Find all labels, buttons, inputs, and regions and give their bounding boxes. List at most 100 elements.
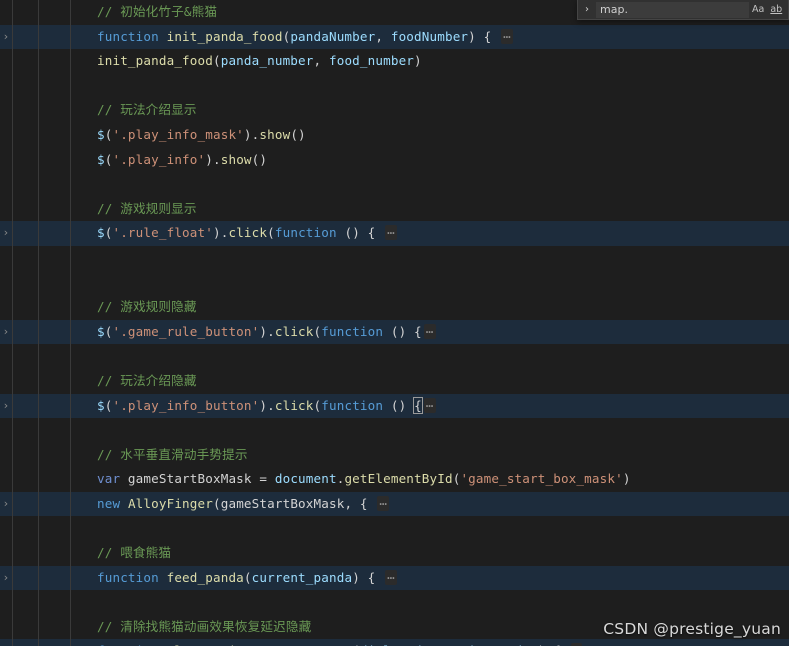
find-input[interactable] [596,1,749,18]
code-line[interactable]: // 水平垂直滑动手势提示 [0,443,789,468]
code-line[interactable]: › $('.rule_float').click(function () { ⋯ [0,221,789,246]
code-token: new [97,495,121,511]
code-token: // 初始化竹子&熊猫 [97,4,218,19]
code-token: ) { [352,569,384,585]
code-line[interactable]: › function feed_panda(current_panda) { ⋯ [0,565,789,591]
whole-word-icon[interactable]: ab [769,3,783,16]
code-line[interactable]: var gameStartBoxMask = document.getEleme… [0,467,789,492]
code-token: $ [97,397,105,413]
code-line[interactable] [0,418,789,443]
code-token: document [274,471,337,487]
code-token: food_number [328,53,415,69]
code-token: ⋯ [501,28,513,44]
code-token: ) [622,471,631,487]
code-line[interactable]: $('.play_info_mask').show() [0,123,789,148]
fold-chevron-icon[interactable]: › [0,25,12,50]
code-line-text: // 水平垂直滑动手势提示 [97,443,248,468]
fold-chevron-icon[interactable]: › [0,566,12,591]
code-lines-container[interactable]: // 初始化竹子&熊猫 › function init_panda_food(pan… [0,0,789,646]
code-token: , [375,28,391,44]
code-line[interactable]: // 喂食熊猫 [0,541,789,566]
code-editor[interactable]: // 初始化竹子&熊猫 › function init_panda_food(pan… [0,0,789,646]
fold-chevron-icon[interactable]: › [0,320,12,345]
code-token: gameStartBoxMask [220,495,345,511]
code-token: show [259,126,291,142]
code-token: { [413,396,423,414]
code-token: pandaNumber [290,28,376,44]
fold-chevron-icon[interactable]: › [0,221,12,246]
code-line[interactable] [0,516,789,541]
code-line[interactable]: › function clear_animate_zoom_state(dialo… [0,639,789,646]
code-line[interactable]: › new AlloyFinger(gameStartBoxMask, { ⋯ [0,491,789,517]
find-expand-icon[interactable]: › [578,0,596,19]
code-token: ( [212,53,221,69]
code-token: $ [97,225,105,241]
code-line[interactable]: // 游戏规则隐藏 [0,295,789,320]
code-line[interactable] [0,74,789,99]
code-line-text: $('.play_info').show() [97,148,267,173]
fold-chevron-icon[interactable]: › [0,639,12,646]
code-line-text: function clear_animate_zoom_state(dialog… [97,639,583,646]
code-line[interactable] [0,344,789,369]
code-line[interactable] [0,590,789,615]
code-token: () { [383,323,422,339]
code-token: show [220,151,252,167]
code-line[interactable]: › $('.game_rule_button').click(function (… [0,319,789,345]
code-line[interactable] [0,246,789,271]
code-token: ⋯ [377,495,390,511]
code-line[interactable]: › function init_panda_food(pandaNumber, f… [0,24,789,50]
code-token: // 游戏规则显示 [97,200,197,216]
code-line-text: // 游戏规则显示 [97,197,197,222]
code-token: () { [336,225,384,241]
code-token: , { [344,495,376,511]
code-line-text: // 清除找熊猫动画效果恢复延迟隐藏 [97,615,311,640]
code-token: () [383,397,415,413]
code-token: ( [267,225,275,241]
code-line-text: var gameStartBoxMask = document.getEleme… [97,467,631,492]
code-line[interactable]: › $('.play_info_button').click(function (… [0,393,789,419]
code-token: '.game_rule_button' [112,323,260,339]
code-token: '.play_info_mask' [112,126,244,142]
code-line[interactable]: // 游戏规则显示 [0,197,789,222]
code-token: ⋯ [385,225,397,241]
code-token: function [97,28,159,44]
code-token: '.play_info' [112,151,206,167]
code-token: ). [243,126,260,142]
code-line-text: $('.game_rule_button').click(function ()… [97,320,436,345]
code-token: function [321,323,384,339]
code-token: var [97,471,121,487]
code-token: '.play_info_button' [112,397,260,413]
code-token: () [290,126,306,142]
code-token: panda_number [220,53,314,69]
code-token: getElementById [344,471,453,487]
code-line-text: $('.play_info_button').click(function ()… [97,394,436,419]
code-token: ( [213,495,221,511]
code-line[interactable]: // 玩法介绍隐藏 [0,369,789,394]
code-token: ) { [468,28,500,44]
code-token: ⋯ [423,323,436,339]
code-token: foodNumber [390,28,469,44]
code-token: '.rule_float' [112,225,213,241]
code-line[interactable] [0,271,789,296]
code-token: // 喂食熊猫 [97,545,172,561]
match-case-icon[interactable]: Aa [751,3,765,16]
code-line-text: function init_panda_food(pandaNumber, fo… [97,25,513,50]
code-line[interactable] [0,172,789,197]
code-line[interactable]: init_panda_food(panda_number, food_numbe… [0,49,789,74]
code-line-text: init_panda_food(panda_number, food_numbe… [97,49,422,74]
fold-chevron-icon[interactable]: › [0,394,12,419]
code-line-text: // 喂食熊猫 [97,541,171,566]
code-token: // 玩法介绍隐藏 [97,372,197,388]
code-token: init_panda_food [166,28,283,44]
code-token: click [228,225,268,241]
code-line-text: function feed_panda(current_panda) { ⋯ [97,566,397,591]
find-widget[interactable]: › Aa ab .* [577,0,789,20]
code-token: // 玩法介绍显示 [97,102,197,118]
code-line[interactable]: $('.play_info').show() [0,148,789,173]
code-line-text: $('.rule_float').click(function () { ⋯ [97,221,397,246]
fold-chevron-icon[interactable]: › [0,492,12,517]
code-line[interactable]: // 玩法介绍显示 [0,98,789,123]
code-token: 'game_start_box_mask' [460,471,623,487]
